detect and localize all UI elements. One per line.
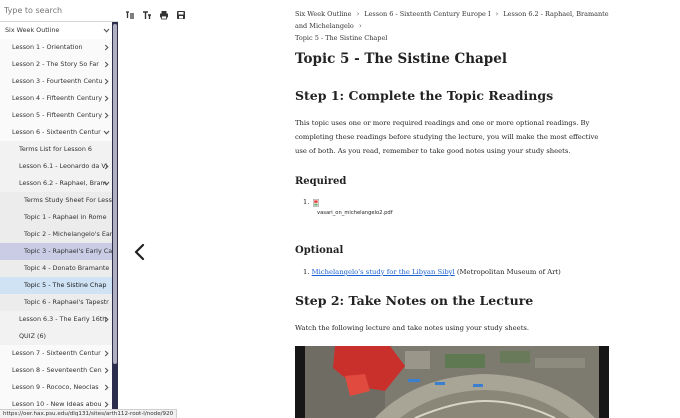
list-number: 1. bbox=[303, 198, 310, 206]
sidebar-item[interactable]: Topic 2 - Michelangelo's Ear bbox=[0, 226, 112, 243]
sidebar-item[interactable]: Lesson 7 - Sixteenth Centur bbox=[0, 345, 112, 362]
status-bar-url: https://oer.hax.psu.edu/dlq131/sites/art… bbox=[0, 409, 178, 418]
save-icon[interactable] bbox=[175, 9, 187, 21]
chevron-right-icon[interactable] bbox=[102, 158, 110, 175]
sidebar-item-label: Lesson 8 - Seventeenth Cen bbox=[12, 366, 102, 374]
sidebar-item[interactable]: Six Week Outline bbox=[0, 22, 112, 39]
sidebar-item[interactable]: Terms List for Lesson 6 bbox=[0, 141, 112, 158]
breadcrumb-separator-icon: › bbox=[358, 22, 362, 30]
chevron-right-icon[interactable] bbox=[102, 379, 110, 396]
sidebar-item[interactable]: Lesson 8 - Seventeenth Cen bbox=[0, 362, 112, 379]
outline-tree: Six Week Outline Lesson 1 - Orientation Le… bbox=[0, 22, 112, 413]
sidebar-item-label: Lesson 4 - Fifteenth Century bbox=[12, 94, 103, 102]
sidebar-item-label: Lesson 6.3 - The Early 16th bbox=[19, 315, 107, 323]
sidebar-item-label: Topic 1 - Raphael in Rome bbox=[24, 213, 107, 221]
lecture-video[interactable] bbox=[295, 346, 609, 418]
sidebar-item-label: QUIZ (6) bbox=[19, 332, 47, 340]
optional-reading-link[interactable]: Michelangelo's study for the Libyan Siby… bbox=[312, 268, 455, 276]
step2-heading: Step 2: Take Notes on the Lecture bbox=[295, 293, 534, 308]
sidebar-item[interactable]: Lesson 1 - Orientation bbox=[0, 39, 112, 56]
sidebar-item-label: Lesson 1 - Orientation bbox=[12, 43, 83, 51]
sidebar-item-label: Lesson 7 - Sixteenth Centur bbox=[12, 349, 101, 357]
font-size-icon[interactable] bbox=[141, 9, 153, 21]
sidebar-item-label: Terms Study Sheet For Less bbox=[24, 196, 112, 204]
sidebar-item[interactable]: Terms Study Sheet For Less bbox=[0, 192, 112, 209]
page-title: Topic 5 - The Sistine Chapel bbox=[295, 51, 507, 67]
sidebar-item[interactable]: Topic 4 - Donato Bramante bbox=[0, 260, 112, 277]
sidebar-item-label: Topic 3 - Raphael's Early Ca bbox=[24, 247, 112, 255]
sidebar-item-label: Lesson 6 - Sixteenth Centur bbox=[12, 128, 101, 136]
list-number: 1. bbox=[303, 268, 310, 276]
breadcrumb-separator-icon: › bbox=[495, 10, 499, 18]
chevron-right-icon[interactable] bbox=[102, 345, 110, 362]
sidebar-item[interactable]: Topic 3 - Raphael's Early Ca bbox=[0, 243, 112, 260]
breadcrumb-item[interactable]: Lesson 6 - Sixteenth Century Europe I bbox=[364, 10, 490, 18]
breadcrumb-separator-icon: › bbox=[356, 10, 360, 18]
sidebar-item-label: Topic 6 - Raphael's Tapestr bbox=[24, 298, 109, 306]
chevron-right-icon[interactable] bbox=[102, 107, 110, 124]
sidebar-scrollbar-thumb[interactable] bbox=[113, 24, 117, 364]
step1-heading: Step 1: Complete the Topic Readings bbox=[295, 88, 554, 103]
chevron-right-icon[interactable] bbox=[102, 39, 110, 56]
sidebar-item-label: Lesson 2 - The Story So Far bbox=[12, 60, 99, 68]
required-file-name[interactable]: vasari_on_michelangelo2.pdf bbox=[317, 210, 615, 216]
chevron-right-icon[interactable] bbox=[102, 362, 110, 379]
required-heading: Required bbox=[295, 176, 347, 187]
breadcrumb: Six Week Outline › Lesson 6 - Sixteenth Ce… bbox=[295, 8, 615, 44]
breadcrumb-current: Topic 5 - The Sistine Chapel bbox=[295, 34, 388, 42]
sidebar-item[interactable]: Lesson 2 - The Story So Far bbox=[0, 56, 112, 73]
chevron-down-icon[interactable] bbox=[102, 124, 110, 141]
previous-page-arrow-icon[interactable] bbox=[133, 243, 147, 261]
sidebar-item[interactable]: Lesson 4 - Fifteenth Century bbox=[0, 90, 112, 107]
sidebar-item-label: Lesson 6.1 - Leonardo da Vi bbox=[19, 162, 108, 170]
chevron-right-icon[interactable] bbox=[102, 56, 110, 73]
optional-reading-item: 1. Michelangelo's study for the Libyan S… bbox=[303, 268, 615, 276]
sidebar-item[interactable]: Lesson 6 - Sixteenth Centur bbox=[0, 124, 112, 141]
sidebar-item[interactable]: Lesson 9 - Rococo, Neoclas bbox=[0, 379, 112, 396]
chevron-down-icon[interactable] bbox=[102, 175, 110, 192]
breadcrumb-item[interactable]: Six Week Outline bbox=[295, 10, 351, 18]
sidebar-item-label: Topic 2 - Michelangelo's Ear bbox=[24, 230, 112, 238]
sidebar-item-label: Six Week Outline bbox=[5, 26, 60, 34]
sidebar-item[interactable]: Lesson 6.1 - Leonardo da Vi bbox=[0, 158, 112, 175]
sidebar-item-label: Terms List for Lesson 6 bbox=[19, 145, 92, 153]
sidebar-item[interactable]: Lesson 6.3 - The Early 16th bbox=[0, 311, 112, 328]
text-format-icon[interactable] bbox=[124, 9, 136, 21]
sidebar-item[interactable]: Topic 6 - Raphael's Tapestr bbox=[0, 294, 112, 311]
chevron-right-icon[interactable] bbox=[102, 90, 110, 107]
sidebar-item-label: Topic 5 - The Sistine Chap bbox=[24, 281, 107, 289]
sidebar-item[interactable]: Topic 1 - Raphael in Rome bbox=[0, 209, 112, 226]
main-content: Six Week Outline › Lesson 6 - Sixteenth Ce… bbox=[295, 8, 615, 418]
sidebar-item-label: Topic 4 - Donato Bramante bbox=[24, 264, 110, 272]
chevron-right-icon[interactable] bbox=[102, 73, 110, 90]
chevron-down-icon[interactable] bbox=[102, 22, 110, 39]
sidebar-item-label: Lesson 3 - Fourteenth Centu bbox=[12, 77, 103, 85]
sidebar: Six Week Outline Lesson 1 - Orientation Le… bbox=[0, 0, 118, 418]
required-reading-item[interactable]: 1. bbox=[303, 198, 615, 207]
toolbar bbox=[124, 8, 187, 22]
optional-heading: Optional bbox=[295, 245, 344, 256]
sidebar-item[interactable]: QUIZ (6) bbox=[0, 328, 112, 345]
chevron-right-icon[interactable] bbox=[102, 311, 110, 328]
sidebar-item[interactable]: Lesson 6.2 - Raphael, Bram bbox=[0, 175, 112, 192]
broken-image-icon bbox=[313, 199, 319, 207]
search-input[interactable] bbox=[0, 0, 118, 22]
sidebar-item[interactable]: Topic 5 - The Sistine Chap bbox=[0, 277, 112, 294]
sidebar-item-label: Lesson 9 - Rococo, Neoclas bbox=[12, 383, 99, 391]
step1-paragraph: This topic uses one or more required rea… bbox=[295, 119, 599, 155]
sidebar-item-label: Lesson 6.2 - Raphael, Bram bbox=[19, 179, 107, 187]
aerial-map-thumbnail bbox=[295, 346, 609, 418]
print-icon[interactable] bbox=[158, 9, 170, 21]
sidebar-item-label: Lesson 5 - Fifteenth Century bbox=[12, 111, 103, 119]
step2-paragraph: Watch the following lecture and take not… bbox=[295, 324, 530, 332]
sidebar-item[interactable]: Lesson 5 - Fifteenth Century bbox=[0, 107, 112, 124]
optional-reading-source: (Metropolitan Museum of Art) bbox=[454, 268, 561, 276]
sidebar-item[interactable]: Lesson 3 - Fourteenth Centu bbox=[0, 73, 112, 90]
